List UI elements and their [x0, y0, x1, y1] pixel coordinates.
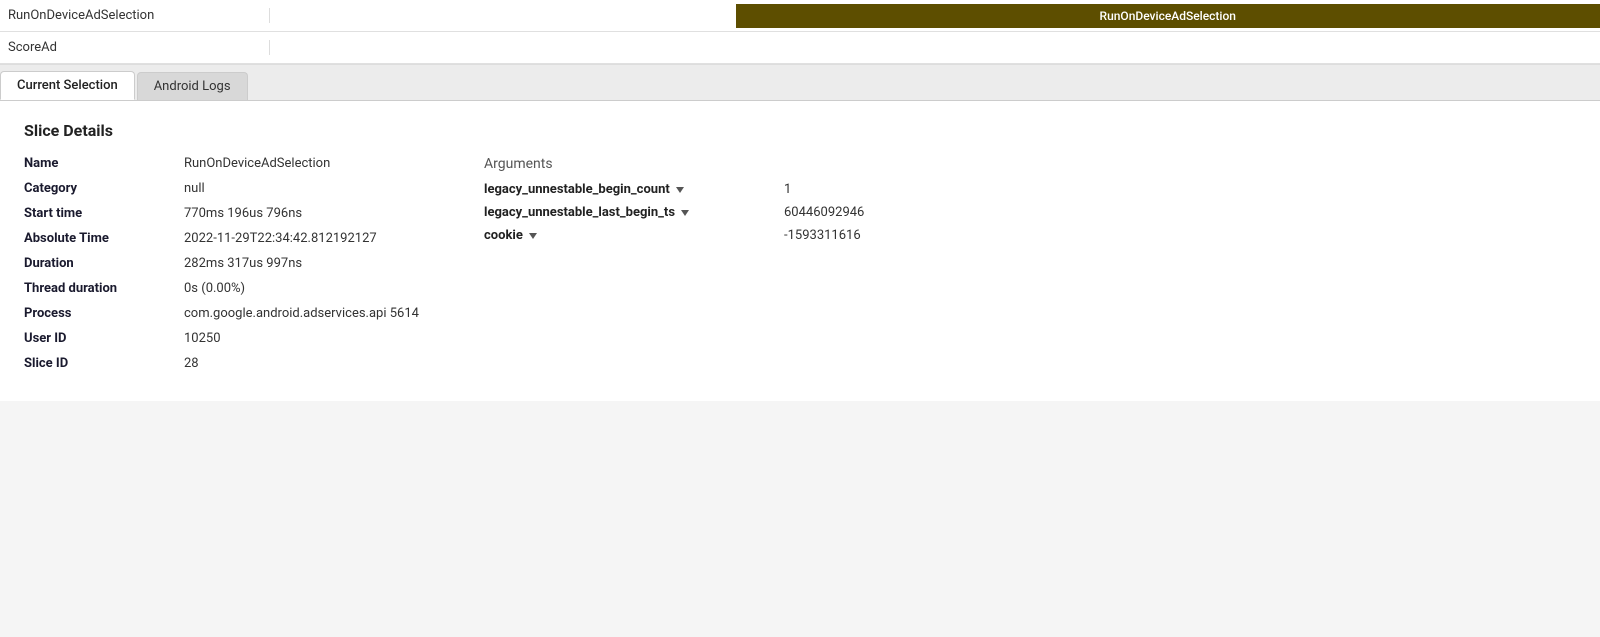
timeline-track-0[interactable]: RunOnDeviceAdSelection — [270, 0, 1600, 31]
arg-dropdown-icon-0[interactable] — [676, 187, 684, 193]
timeline-track-1 — [270, 32, 1600, 63]
detail-row-7: User ID10250 — [24, 331, 424, 346]
tab-android-logs[interactable]: Android Logs — [137, 72, 248, 100]
detail-label-6: Process — [24, 306, 184, 321]
timeline-area: RunOnDeviceAdSelection RunOnDeviceAdSele… — [0, 0, 1600, 65]
detail-label-2: Start time — [24, 206, 184, 221]
detail-label-1: Category — [24, 181, 184, 196]
detail-value-6: com.google.android.adservices.api 5614 — [184, 306, 419, 321]
detail-label-7: User ID — [24, 331, 184, 346]
timeline-label-1: ScoreAd — [0, 40, 270, 55]
detail-label-3: Absolute Time — [24, 231, 184, 246]
detail-label-4: Duration — [24, 256, 184, 271]
arg-name-0: legacy_unnestable_begin_count — [484, 182, 784, 197]
detail-row-1: Categorynull — [24, 181, 424, 196]
detail-row-0: NameRunOnDeviceAdSelection — [24, 156, 424, 171]
timeline-label-0: RunOnDeviceAdSelection — [0, 8, 270, 23]
tab-current-selection[interactable]: Current Selection — [0, 71, 135, 100]
detail-label-8: Slice ID — [24, 356, 184, 371]
detail-value-3: 2022-11-29T22:34:42.812192127 — [184, 231, 377, 246]
arg-dropdown-icon-1[interactable] — [681, 210, 689, 216]
timeline-row-1: ScoreAd — [0, 32, 1600, 64]
detail-label-0: Name — [24, 156, 184, 171]
detail-value-0: RunOnDeviceAdSelection — [184, 156, 330, 171]
content-area: Slice Details NameRunOnDeviceAdSelection… — [0, 101, 1600, 401]
detail-value-1: null — [184, 181, 205, 196]
detail-row-8: Slice ID28 — [24, 356, 424, 371]
detail-row-2: Start time770ms 196us 796ns — [24, 206, 424, 221]
arg-name-2: cookie — [484, 228, 784, 243]
timeline-row-0: RunOnDeviceAdSelection RunOnDeviceAdSele… — [0, 0, 1600, 32]
detail-row-3: Absolute Time2022-11-29T22:34:42.8121921… — [24, 231, 424, 246]
right-details: Arguments legacy_unnestable_begin_count … — [484, 156, 1576, 381]
detail-value-8: 28 — [184, 356, 199, 371]
detail-row-5: Thread duration0s (0.00%) — [24, 281, 424, 296]
detail-row-4: Duration282ms 317us 997ns — [24, 256, 424, 271]
arguments-title: Arguments — [484, 156, 1576, 172]
timeline-block-0[interactable]: RunOnDeviceAdSelection — [736, 4, 1600, 28]
detail-value-7: 10250 — [184, 331, 221, 346]
arg-value-0: 1 — [784, 182, 791, 197]
arg-name-1: legacy_unnestable_last_begin_ts — [484, 205, 784, 220]
arg-row-0: legacy_unnestable_begin_count 1 — [484, 182, 1576, 197]
details-grid: NameRunOnDeviceAdSelectionCategorynullSt… — [24, 156, 1576, 381]
detail-value-2: 770ms 196us 796ns — [184, 206, 302, 221]
detail-value-4: 282ms 317us 997ns — [184, 256, 302, 271]
detail-row-6: Processcom.google.android.adservices.api… — [24, 306, 424, 321]
arg-value-2: -1593311616 — [784, 228, 861, 243]
section-title: Slice Details — [24, 121, 1576, 140]
tabs-bar: Current Selection Android Logs — [0, 65, 1600, 101]
arguments-section: Arguments legacy_unnestable_begin_count … — [484, 156, 1576, 243]
arg-row-1: legacy_unnestable_last_begin_ts 60446092… — [484, 205, 1576, 220]
detail-value-5: 0s (0.00%) — [184, 281, 245, 296]
arg-value-1: 60446092946 — [784, 205, 864, 220]
arg-row-2: cookie -1593311616 — [484, 228, 1576, 243]
left-details: NameRunOnDeviceAdSelectionCategorynullSt… — [24, 156, 424, 381]
detail-label-5: Thread duration — [24, 281, 184, 296]
arg-dropdown-icon-2[interactable] — [529, 233, 537, 239]
